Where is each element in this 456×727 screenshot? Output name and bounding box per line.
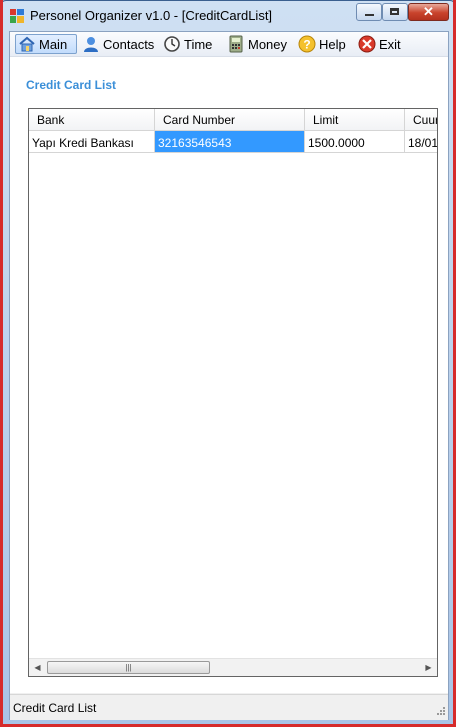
page-title: Credit Card List bbox=[26, 78, 117, 92]
status-bar: Credit Card List bbox=[10, 694, 448, 720]
grip-icon: ||| bbox=[125, 663, 132, 672]
menu-item-money[interactable]: Money bbox=[225, 34, 295, 54]
home-icon bbox=[19, 36, 35, 52]
person-icon bbox=[84, 37, 98, 52]
credit-card-grid[interactable]: Bank Card Number Limit Cuur Yapı Kredi B… bbox=[28, 108, 438, 677]
content-panel: Credit Card List Bank Card Number Limit … bbox=[10, 57, 448, 693]
client-area: Main Contacts Time Money ? Help Exit Cre… bbox=[9, 31, 449, 720]
scroll-right-icon[interactable]: ▶ bbox=[420, 659, 437, 676]
menu-item-exit[interactable]: Exit bbox=[356, 34, 406, 54]
maximize-button[interactable] bbox=[382, 3, 408, 21]
menu-item-label: Contacts bbox=[103, 36, 155, 52]
menu-item-help[interactable]: ? Help bbox=[296, 34, 352, 54]
title-bar[interactable]: Personel Organizer v1.0 - [CreditCardLis… bbox=[1, 1, 456, 31]
menu-item-main[interactable]: Main bbox=[15, 34, 77, 54]
scroll-left-icon[interactable]: ◀ bbox=[29, 659, 46, 676]
maximize-icon bbox=[390, 8, 399, 15]
table-cell-bank[interactable]: Yapı Kredi Bankası bbox=[29, 131, 155, 153]
table-cell-limit[interactable]: 1500.0000 bbox=[305, 131, 405, 153]
menu-item-label: Exit bbox=[379, 36, 401, 52]
app-window: Personel Organizer v1.0 - [CreditCardLis… bbox=[0, 0, 456, 727]
menu-item-time[interactable]: Time bbox=[161, 34, 221, 54]
clock-icon bbox=[164, 36, 180, 52]
exit-icon bbox=[358, 35, 376, 53]
table-cell-card-number[interactable]: 32163546543 bbox=[155, 131, 305, 153]
menu-item-label: Money bbox=[248, 36, 288, 52]
close-button[interactable]: ✕ bbox=[408, 3, 449, 21]
minimize-icon bbox=[365, 14, 374, 16]
horizontal-scrollbar[interactable]: ◀ ||| ▶ bbox=[29, 658, 437, 676]
svg-text:?: ? bbox=[303, 38, 310, 52]
column-header-limit[interactable]: Limit bbox=[305, 109, 405, 131]
window-title: Personel Organizer v1.0 - [CreditCardLis… bbox=[30, 8, 273, 23]
menu-item-label: Help bbox=[319, 36, 346, 52]
scrollbar-thumb[interactable]: ||| bbox=[47, 661, 210, 674]
minimize-button[interactable] bbox=[356, 3, 382, 21]
menu-item-contacts[interactable]: Contacts bbox=[80, 34, 160, 54]
table-cell-date[interactable]: 18/01 bbox=[405, 131, 437, 153]
close-icon: ✕ bbox=[423, 4, 434, 19]
menu-item-label: Main bbox=[39, 36, 68, 52]
help-icon: ? bbox=[298, 35, 316, 53]
column-header-currency[interactable]: Cuur bbox=[405, 109, 437, 131]
status-text: Credit Card List bbox=[13, 701, 97, 715]
app-icon bbox=[10, 9, 24, 23]
resize-grip-icon[interactable] bbox=[434, 706, 446, 718]
column-header-card-number[interactable]: Card Number bbox=[155, 109, 305, 131]
menu-item-label: Time bbox=[184, 36, 213, 52]
column-header-bank[interactable]: Bank bbox=[29, 109, 155, 131]
menu-bar: Main Contacts Time Money ? Help Exit bbox=[10, 32, 448, 57]
calculator-icon bbox=[229, 35, 243, 53]
